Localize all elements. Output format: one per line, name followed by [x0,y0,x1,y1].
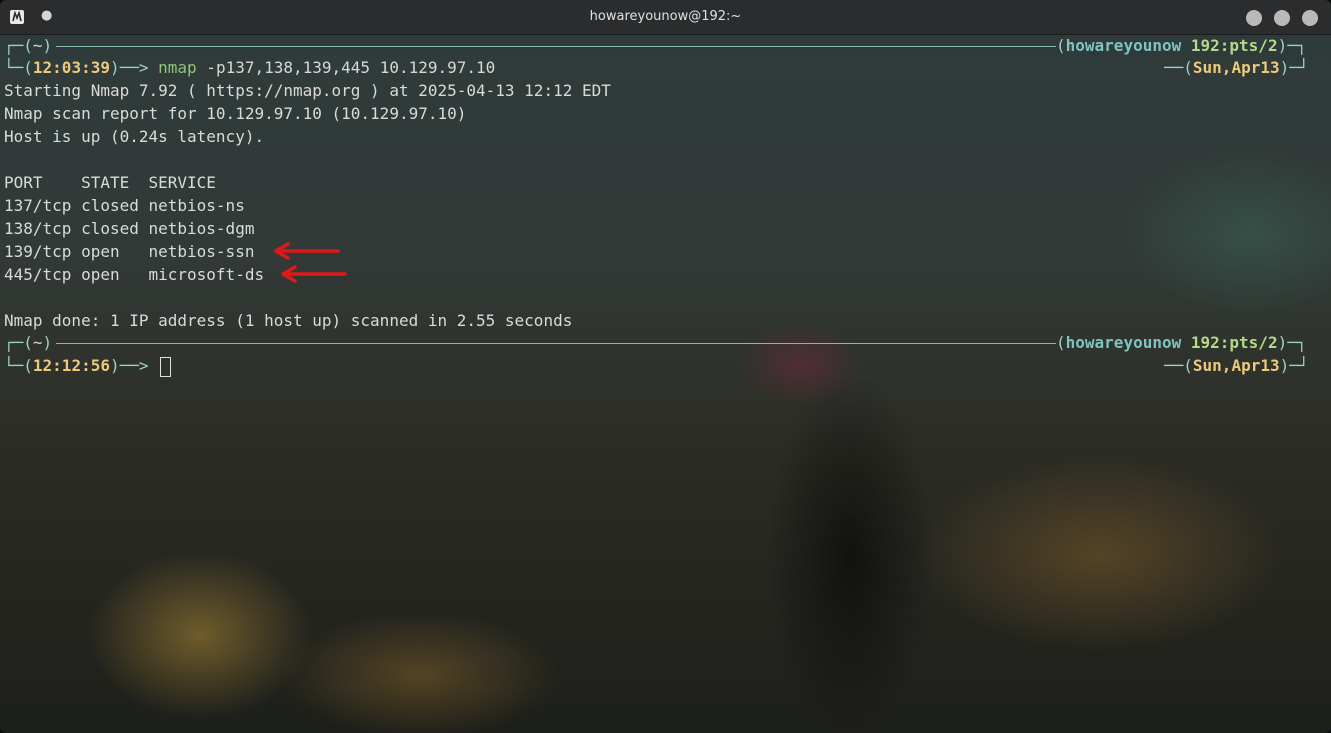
prompt2-time: 12:12:56 [32,356,110,375]
prompt1-date: Sun,Apr13 [1192,58,1280,77]
port-table-header: PORT STATE SERVICE [4,173,216,192]
port-row: 139/tcp open netbios-ssn [4,242,255,261]
maximize-button[interactable] [1274,10,1290,26]
prompt1-top-line: ┌─(~) [4,36,53,55]
prompt1-right-top: (howareyounow 192:pts/2)─┐ [1056,36,1307,55]
port-row: 445/tcp open microsoft-ds [4,265,265,284]
prompt1-rule [56,46,1056,47]
prompt2-date: Sun,Apr13 [1192,356,1280,375]
prompt2-right-bottom: ──(Sun,Apr13)─┘ [1164,356,1309,375]
annotation-arrow-icon [281,265,347,283]
minimize-button[interactable] [1246,10,1262,26]
output-start-line: Starting Nmap 7.92 ( https://nmap.org ) … [4,81,611,100]
title-bar: ● howareyounow@192:~ [0,0,1331,35]
prompt1-args: -p137,138,139,445 10.129.97.10 [196,58,496,77]
output-host-line: Host is up (0.24s latency). [4,127,265,146]
prompt2-command-line[interactable]: └─(12:12:56)──> [4,355,172,377]
terminal-area[interactable]: ┌─(~) (howareyounow 192:pts/2)─┐ └─(12:0… [0,35,1331,733]
prompt1-right-bottom: ──(Sun,Apr13)─┘ [1164,58,1309,77]
prompt2-host: 192:pts/2 [1190,333,1278,352]
window-title: howareyounow@192:~ [589,9,742,24]
text-cursor[interactable] [160,356,172,377]
output-report-line: Nmap scan report for 10.129.97.10 (10.12… [4,104,467,123]
prompt1-host: 192:pts/2 [1190,36,1278,55]
prompt2-dir: ~ [32,333,43,352]
prompt2-right-top: (howareyounow 192:pts/2)─┐ [1056,333,1307,352]
terminal-window: ● howareyounow@192:~ ┌─(~) (howareyounow… [0,0,1331,733]
prompt2-top-line: ┌─(~) [4,333,53,352]
prompt2-user: howareyounow [1065,333,1182,352]
prompt1-command: nmap [158,58,197,77]
port-row: 137/tcp closed netbios-ns [4,196,245,215]
prompt1-dir: ~ [32,36,43,55]
prompt1-time: 12:03:39 [32,58,110,77]
port-row: 138/tcp closed netbios-dgm [4,219,255,238]
close-button[interactable] [1302,10,1318,26]
prompt1-command-line: └─(12:03:39)──> nmap -p137,138,139,445 1… [4,58,496,77]
prompt1-user: howareyounow [1065,36,1182,55]
output-done-line: Nmap done: 1 IP address (1 host up) scan… [4,311,573,330]
prompt2-rule [56,343,1056,344]
annotation-arrow-icon [274,242,340,260]
